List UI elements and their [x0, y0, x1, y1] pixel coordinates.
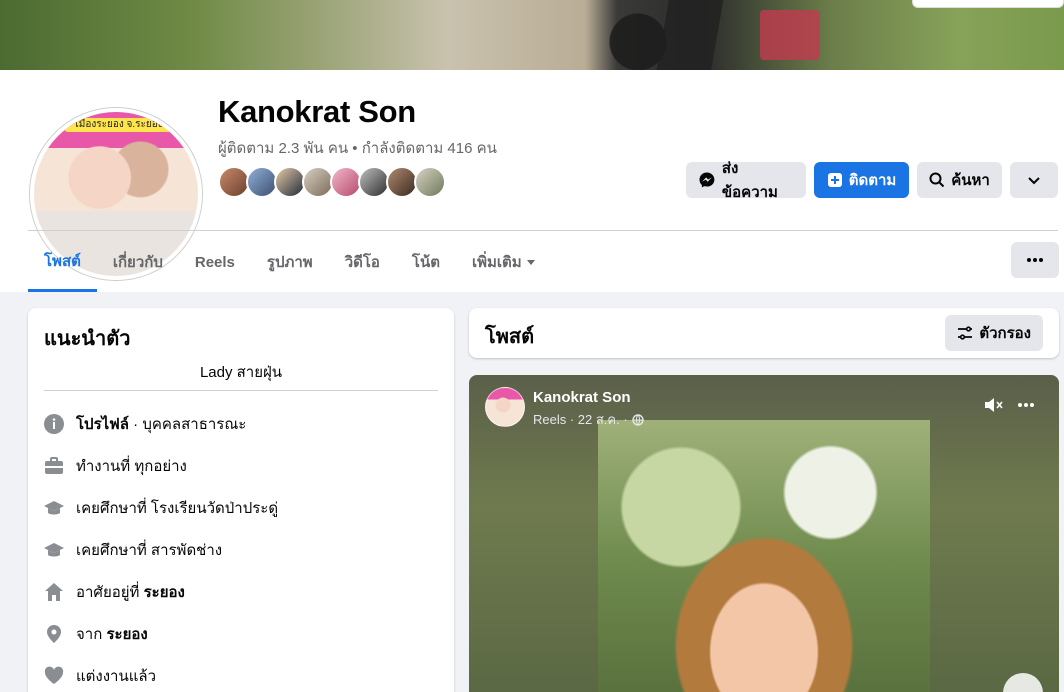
- info-icon: [44, 414, 64, 434]
- intro-item-education: เคยศึกษาที่ โรงเรียนวัดป่าประดู่: [44, 496, 278, 520]
- post-meta-text[interactable]: Reels · 22 ส.ค. ·: [533, 409, 628, 430]
- follow-button[interactable]: ติดตาม: [814, 162, 909, 198]
- filter-label: ตัวกรอง: [979, 325, 1031, 342]
- intro-item-text: อาศัยอยู่ที่ ระยอง: [76, 580, 185, 604]
- chevron-down-icon: [1028, 177, 1040, 185]
- heart-icon: [44, 666, 64, 686]
- tab-about[interactable]: เกี่ยวกับ: [97, 232, 179, 292]
- intro-item-bold[interactable]: ระยอง: [144, 584, 185, 601]
- ellipsis-icon: [1027, 258, 1043, 262]
- post-meta: Reels · 22 ส.ค. ·: [533, 409, 644, 430]
- intro-item-profile: โปรไฟล์ · บุคคลสาธารณะ: [44, 412, 246, 436]
- location-pin-icon: [44, 624, 64, 644]
- ellipsis-icon: [1018, 403, 1034, 407]
- intro-item-text: โปรไฟล์ · บุคคลสาธารณะ: [76, 412, 246, 436]
- tab-label: Reels: [194, 253, 235, 271]
- intro-item-pre: จาก: [76, 626, 107, 643]
- tab-label: รูปภาพ: [266, 254, 313, 271]
- search-label: ค้นหา: [951, 172, 990, 189]
- graduation-cap-icon: [44, 498, 64, 518]
- cover-edge-tab: [912, 0, 1064, 8]
- graduation-cap-icon: [44, 540, 64, 560]
- tabs-overflow-button[interactable]: [1011, 242, 1059, 278]
- intro-item-education: เคยศึกษาที่ สารพัดช่าง: [44, 538, 222, 562]
- message-label: ส่งข้อความ: [721, 160, 778, 201]
- avatar-banner-text: เมืองระยอง จ.ระยอง: [64, 118, 174, 132]
- follow-label: ติดตาม: [848, 172, 897, 189]
- posts-title: โพสต์: [485, 326, 535, 348]
- tab-more[interactable]: เพิ่มเติม: [456, 232, 552, 292]
- caret-down-icon: [526, 260, 535, 265]
- intro-title: แนะนำตัว: [44, 328, 131, 350]
- header-divider: [28, 230, 1058, 231]
- home-icon: [44, 582, 64, 602]
- intro-card: แนะนำตัว Lady สายฝุ่น โปรไฟล์ · บุคคลสาธ…: [28, 308, 454, 692]
- profile-name: Kanokrat Son: [218, 94, 416, 129]
- filter-button[interactable]: ตัวกรอง: [945, 315, 1043, 351]
- tab-notes[interactable]: โน้ต: [396, 232, 456, 292]
- cover-motorcycle-plate: [760, 10, 820, 60]
- intro-item-text[interactable]: เคยศึกษาที่ สารพัดช่าง: [76, 538, 222, 562]
- bio-divider: [44, 390, 438, 391]
- reel-action-button[interactable]: [1003, 673, 1043, 692]
- intro-item-relationship: แต่งงานแล้ว: [44, 664, 156, 688]
- speaker-muted-icon: [985, 398, 1003, 412]
- profile-tabs: โพสต์ เกี่ยวกับ Reels รูปภาพ วิดีโอ โน้ต…: [28, 232, 552, 292]
- cover-photo[interactable]: [0, 0, 1064, 70]
- intro-item-rest: · บุคคลสาธารณะ: [129, 416, 247, 433]
- follow-icon: [827, 173, 842, 187]
- intro-item-pre: อาศัยอยู่ที่: [76, 584, 144, 601]
- posts-header: โพสต์ ตัวกรอง: [469, 308, 1059, 358]
- search-button[interactable]: ค้นหา: [917, 162, 1002, 198]
- profile-header: เมืองระยอง จ.ระยอง Kanokrat Son ผู้ติดตา…: [0, 70, 1064, 292]
- intro-item-work: ทำงานที่ ทุกอย่าง: [44, 454, 187, 478]
- messenger-icon: [699, 172, 715, 188]
- filter-icon: [958, 326, 973, 340]
- search-icon: [929, 172, 945, 188]
- more-actions-button[interactable]: [1010, 162, 1058, 198]
- message-button[interactable]: ส่งข้อความ: [686, 160, 806, 201]
- follower-avatars: [218, 166, 446, 198]
- intro-item-text: จาก ระยอง: [76, 622, 148, 646]
- tab-posts[interactable]: โพสต์: [28, 232, 97, 292]
- intro-item-from: จาก ระยอง: [44, 622, 148, 646]
- intro-item-text: แต่งงานแล้ว: [76, 668, 157, 685]
- intro-item-bold: โปรไฟล์: [76, 416, 129, 433]
- tab-label: เพิ่มเติม: [471, 254, 522, 271]
- tab-videos[interactable]: วิดีโอ: [329, 232, 396, 292]
- friend-avatar[interactable]: [414, 166, 446, 198]
- tab-label: วิดีโอ: [344, 254, 380, 271]
- post-menu-button[interactable]: [1017, 395, 1035, 420]
- profile-stats[interactable]: ผู้ติดตาม 2.3 พัน คน • กำลังติดตาม 416 ค…: [218, 136, 497, 160]
- intro-item-text: ทำงานที่ ทุกอย่าง: [76, 458, 187, 475]
- intro-bio: Lady สายฝุ่น: [199, 364, 283, 381]
- tab-label: โน้ต: [411, 254, 440, 271]
- globe-icon: [631, 413, 644, 426]
- mute-button[interactable]: [983, 395, 1005, 420]
- reel-post[interactable]: Kanokrat Son Reels · 22 ส.ค. ·: [469, 375, 1059, 692]
- post-author-name[interactable]: Kanokrat Son: [533, 389, 631, 406]
- tab-photos[interactable]: รูปภาพ: [251, 232, 329, 292]
- tab-reels[interactable]: Reels: [179, 232, 251, 292]
- reel-video[interactable]: [598, 420, 930, 692]
- intro-item-text[interactable]: เคยศึกษาที่ โรงเรียนวัดป่าประดู่: [76, 496, 278, 520]
- briefcase-icon: [44, 456, 64, 476]
- intro-item-lives: อาศัยอยู่ที่ ระยอง: [44, 580, 185, 604]
- post-author-avatar[interactable]: [485, 387, 525, 427]
- intro-item-bold[interactable]: ระยอง: [106, 626, 147, 643]
- tab-label: เกี่ยวกับ: [112, 254, 163, 271]
- profile-actions: ส่งข้อความ ติดตาม ค้นหา: [686, 160, 1058, 201]
- tab-label: โพสต์: [44, 252, 81, 270]
